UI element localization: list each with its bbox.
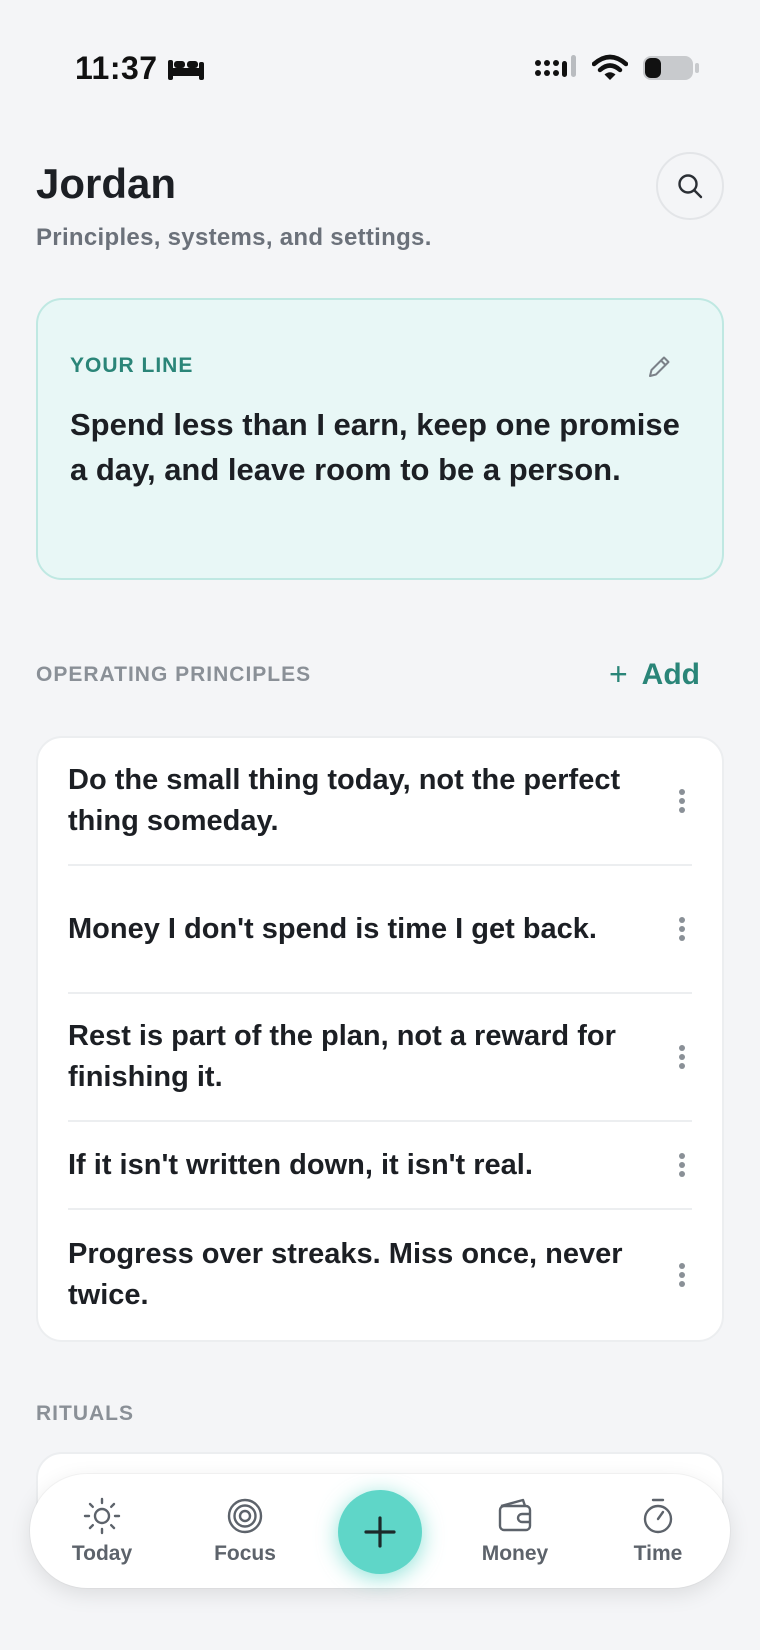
list-item[interactable]: Do the small thing today, not the perfec… bbox=[68, 738, 692, 866]
search-button[interactable] bbox=[656, 152, 724, 220]
page-title: Jordan bbox=[36, 160, 177, 207]
more-vertical-icon[interactable] bbox=[670, 1260, 694, 1290]
your-line-card[interactable]: YOUR LINE Spend less than I earn, keep o… bbox=[36, 298, 724, 580]
your-line-text: Spend less than I earn, keep one promise… bbox=[70, 407, 680, 487]
nav-item-today[interactable]: Today bbox=[47, 1496, 157, 1566]
status-bar: 11:37 bbox=[0, 50, 760, 90]
nav-label-today: Today bbox=[71, 1542, 133, 1565]
principle-text: Do the small thing today, not the perfec… bbox=[68, 764, 621, 837]
status-time: 11:37 bbox=[75, 50, 158, 86]
list-item[interactable]: If it isn't written down, it isn't real. bbox=[68, 1122, 692, 1210]
add-principle-button[interactable]: + Add bbox=[609, 656, 700, 693]
battery-icon bbox=[643, 56, 699, 80]
nav-item-time[interactable]: Time bbox=[603, 1496, 713, 1566]
plus-icon: + bbox=[608, 656, 628, 692]
principle-text: Progress over streaks. Miss once, never … bbox=[68, 1238, 623, 1311]
pencil-icon[interactable] bbox=[646, 354, 672, 380]
nav-item-money[interactable]: Money bbox=[460, 1496, 570, 1566]
principle-text: If it isn't written down, it isn't real. bbox=[68, 1148, 533, 1181]
sun-icon bbox=[83, 1497, 121, 1535]
nav-label-focus: Focus bbox=[214, 1542, 276, 1565]
add-principle-label: Add bbox=[641, 657, 700, 691]
stopwatch-icon bbox=[643, 1498, 673, 1534]
more-vertical-icon[interactable] bbox=[670, 786, 694, 816]
list-item[interactable]: Progress over streaks. Miss once, never … bbox=[68, 1210, 692, 1340]
rituals-section-header: RITUALS bbox=[36, 1402, 700, 1426]
wallet-icon bbox=[498, 1498, 532, 1532]
page-header: Jordan Principles, systems, and settings… bbox=[36, 152, 724, 252]
status-time-group: 11:37 bbox=[75, 50, 206, 87]
status-indicators bbox=[534, 54, 700, 82]
principle-text: Money I don't spend is time I get back. bbox=[68, 912, 597, 945]
bed-icon bbox=[167, 59, 204, 80]
wifi-icon bbox=[592, 54, 628, 80]
rituals-section-label: RITUALS bbox=[36, 1402, 134, 1425]
page-subtitle: Principles, systems, and settings. bbox=[36, 224, 432, 251]
list-item[interactable]: Rest is part of the plan, not a reward f… bbox=[68, 994, 692, 1122]
principle-text: Rest is part of the plan, not a reward f… bbox=[68, 1020, 616, 1093]
target-icon bbox=[227, 1498, 263, 1534]
search-icon bbox=[678, 174, 703, 199]
add-fab-button[interactable] bbox=[338, 1490, 422, 1574]
nav-item-focus[interactable]: Focus bbox=[190, 1496, 300, 1566]
more-vertical-icon[interactable] bbox=[670, 1150, 694, 1180]
more-vertical-icon[interactable] bbox=[670, 914, 694, 944]
principles-section-header: OPERATING PRINCIPLES + Add bbox=[36, 656, 700, 693]
nav-label-money: Money bbox=[481, 1542, 549, 1565]
nav-label-time: Time bbox=[633, 1542, 683, 1565]
principles-list: Do the small thing today, not the perfec… bbox=[36, 736, 724, 1342]
bottom-nav: Today Focus Money Time bbox=[30, 1474, 730, 1588]
signal-icon bbox=[535, 55, 576, 77]
principles-section-label: OPERATING PRINCIPLES bbox=[36, 662, 312, 686]
list-item[interactable]: Money I don't spend is time I get back. bbox=[68, 866, 692, 994]
more-vertical-icon[interactable] bbox=[670, 1042, 694, 1072]
your-line-label: YOUR LINE bbox=[70, 354, 194, 377]
plus-icon bbox=[364, 1516, 396, 1548]
profile-screen: 11:37 Jordan Principles, systems, and se… bbox=[0, 0, 760, 1650]
